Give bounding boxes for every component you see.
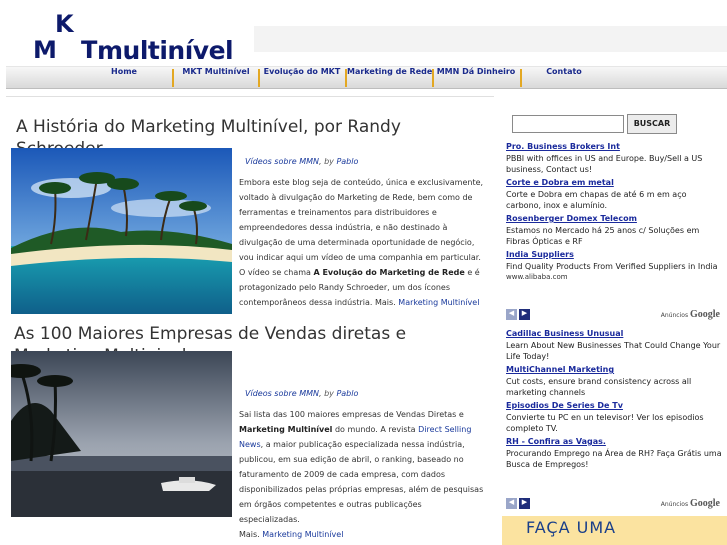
ad-url[interactable]: www.alibaba.com [506,272,724,282]
ad-title[interactable]: Episodios De Series De Tv [506,400,724,412]
ads-by-google[interactable]: Anúncios Google [661,498,720,509]
ad-item[interactable]: Episodios De Series De Tv Convierte tu P… [506,400,724,434]
ad-desc: Cut costs, ensure brand consistency acro… [506,377,692,397]
main-content: A História do Marketing Multinível, por … [6,96,494,545]
ad-desc: Corte e Dobra em chapas de até 6 m em aç… [506,190,687,210]
post-excerpt-text: , a maior publicação especializada nessa… [239,440,484,524]
ad-item[interactable]: Rosenberger Domex Telecom Estamos no Mer… [506,213,724,247]
logo-letter-m: M [33,36,57,64]
ad-title[interactable]: Pro. Business Brokers Int [506,141,724,153]
ad-desc: Estamos no Mercado há 25 anos c/ Soluçõe… [506,226,700,246]
ad-item[interactable]: Cadillac Business Unusual Learn About Ne… [506,328,724,362]
tropical-island-image[interactable] [11,148,232,314]
post-excerpt: Embora este blog seja de conteúdo, única… [239,175,489,310]
google-logo: Google [690,309,720,320]
nav-item-evolucao[interactable]: Evolução do MKT [260,67,344,89]
post-author-link[interactable]: Pablo [336,157,358,166]
ad-desc: PBBI with offices in US and Europe. Buy/… [506,154,703,174]
header-strip [254,26,727,52]
post-meta: Vídeos sobre MMN, by Pablo [245,389,358,398]
ad-item[interactable]: MultiChannel Marketing Cut costs, ensure… [506,364,724,398]
ad-desc: Learn About New Businesses That Could Ch… [506,341,721,361]
nav-item-mmn-da-dinheiro[interactable]: MMN Dá Dinheiro [434,67,518,89]
ad-item[interactable]: RH - Confira as Vagas. Procurando Empreg… [506,436,724,470]
post-meta-by: , by [318,157,337,166]
promo-banner[interactable]: FAÇA UMA [502,516,727,545]
post-category-link[interactable]: Vídeos sobre MMN [245,157,319,166]
ads-next-arrow-icon[interactable]: ▶ [519,309,530,320]
post-excerpt-bold: A Evolução do Marketing de Rede [313,268,465,277]
ad-desc: Find Quality Products From Verified Supp… [506,262,718,271]
read-more-link[interactable]: Marketing Multinível [398,298,479,307]
ads-next-arrow-icon[interactable]: ▶ [519,498,530,509]
post-title-line: As 100 Maiores Empresas de Vendas direta… [14,324,407,344]
ad-item[interactable]: Corte e Dobra em metal Corte e Dobra em … [506,177,724,211]
ad-footer: ◀ ▶ Anúncios Google [506,497,724,511]
ad-title[interactable]: Rosenberger Domex Telecom [506,213,724,225]
ads-prev-arrow-icon[interactable]: ◀ [506,309,517,320]
search-input[interactable] [512,115,624,133]
nav-item-contato[interactable]: Contato [522,67,606,89]
ad-title[interactable]: RH - Confira as Vagas. [506,436,724,448]
page: K M T multinível Home MKT Multinível Evo… [0,0,727,545]
ad-desc: Procurando Emprego na Área de RH? Faça G… [506,449,722,469]
site-logo[interactable]: K M T multinível [33,10,253,65]
logo-wordmark: multinível [97,36,234,65]
ads-prev-arrow-icon[interactable]: ◀ [506,498,517,509]
ad-title[interactable]: India Suppliers [506,249,724,261]
nav-item-marketing-de-rede[interactable]: Marketing de Rede [347,67,432,89]
beach-sunset-image[interactable] [11,351,232,517]
search-button[interactable]: BUSCAR [627,114,677,134]
ad-footer: ◀ ▶ Anúncios Google [506,308,724,322]
logo-letter-t: T [81,36,98,64]
google-logo: Google [690,498,720,509]
post-meta: Vídeos sobre MMN, by Pablo [245,157,358,166]
nav-item-mkt-multinivel[interactable]: MKT Multinível [174,67,258,89]
post-meta-by: , by [318,389,337,398]
ad-title[interactable]: Cadillac Business Unusual [506,328,724,340]
ad-item[interactable]: Pro. Business Brokers Int PBBI with offi… [506,141,724,175]
logo-letter-k: K [55,10,74,38]
post-category-link[interactable]: Vídeos sobre MMN [245,389,319,398]
ad-list-2: Cadillac Business Unusual Learn About Ne… [506,328,724,472]
post-excerpt-bold: Marketing Multinível [239,425,333,434]
ads-by-label: Anúncios [660,312,689,319]
read-more-link[interactable]: Marketing Multinível [262,530,343,539]
post-excerpt-text: do mundo. A revista [332,425,419,434]
post-author-link[interactable]: Pablo [336,389,358,398]
post-excerpt: Sai lista das 100 maiores empresas de Ve… [239,407,484,542]
ads-by-label: Anúncios [660,501,689,508]
read-more-prefix: Mais. [239,530,263,539]
ad-list-1: Pro. Business Brokers Int PBBI with offi… [506,141,724,284]
ad-title[interactable]: MultiChannel Marketing [506,364,724,376]
ad-desc: Convierte tu PC en un televisor! Ver los… [506,413,704,433]
post-excerpt-text: Embora este blog seja de conteúdo, única… [239,178,484,277]
nav-item-home[interactable]: Home [82,67,166,89]
ads-by-google[interactable]: Anúncios Google [661,309,720,320]
ad-item[interactable]: India Suppliers Find Quality Products Fr… [506,249,724,282]
post-excerpt-text: Sai lista das 100 maiores empresas de Ve… [239,410,464,419]
ad-title[interactable]: Corte e Dobra em metal [506,177,724,189]
sidebar: BUSCAR Pro. Business Brokers Int PBBI wi… [500,108,727,545]
main-nav: Home MKT Multinível Evolução do MKT Mark… [6,66,727,89]
banner-text: FAÇA UMA [526,518,617,537]
